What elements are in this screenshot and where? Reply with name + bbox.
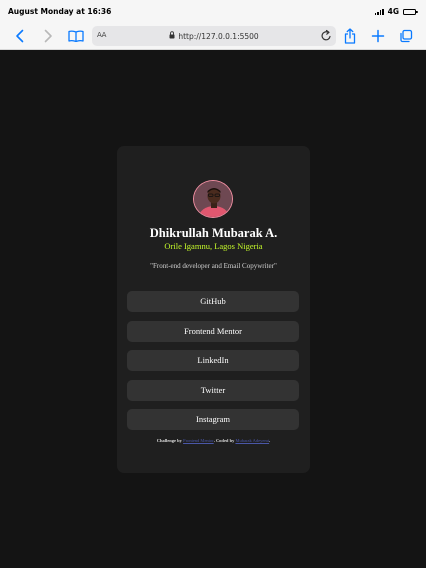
browser-toolbar: AA http://127.0.0.1:5500 [0,22,426,50]
profile-bio: "Front-end developer and Email Copywrite… [150,262,277,270]
linkedin-link-button[interactable]: LinkedIn [127,350,299,371]
profile-name: Dhikrullah Mubarak A. [149,226,278,240]
status-indicators: 4G [374,7,418,16]
github-link-button[interactable]: GitHub [127,291,299,312]
bookmarks-icon[interactable] [66,26,86,46]
url-text: http://127.0.0.1:5500 [178,31,259,41]
forward-icon[interactable] [38,26,58,46]
avatar [193,180,233,218]
lock-icon [169,31,175,41]
battery-icon [403,8,418,15]
url-container: http://127.0.0.1:5500 [92,31,336,41]
share-icon[interactable] [340,26,360,46]
instagram-link-button[interactable]: Instagram [127,409,299,430]
attribution: Challenge by Frontend Mentor. Coded by M… [117,438,310,443]
address-bar[interactable]: AA http://127.0.0.1:5500 [92,26,336,46]
twitter-link-button[interactable]: Twitter [127,379,299,401]
back-icon[interactable] [10,26,30,46]
reload-icon[interactable] [320,29,332,44]
signal-icon [374,8,384,15]
new-tab-icon[interactable] [368,26,388,46]
status-time: August Monday at 16:36 [8,7,112,16]
attribution-suffix: . [269,438,271,443]
coder-link[interactable]: Mubarak Adeyemi [235,438,269,443]
attribution-prefix: Challenge by [156,438,184,443]
status-bar: August Monday at 16:36 4G [0,0,426,22]
social-links: GitHub Frontend Mentor LinkedIn Twitter … [127,291,299,439]
network-label: 4G [387,7,399,16]
profile-card: Dhikrullah Mubarak A. Orile Igamnu, Lago… [117,146,310,473]
attribution-coded: . Coded by [213,438,236,443]
frontend-mentor-link-button[interactable]: Frontend Mentor [127,320,299,342]
challenge-link[interactable]: Frontend Mentor [183,438,214,443]
profile-location: Orile Igamnu, Lagos Nigeria [164,241,263,251]
tabs-icon[interactable] [396,26,416,46]
